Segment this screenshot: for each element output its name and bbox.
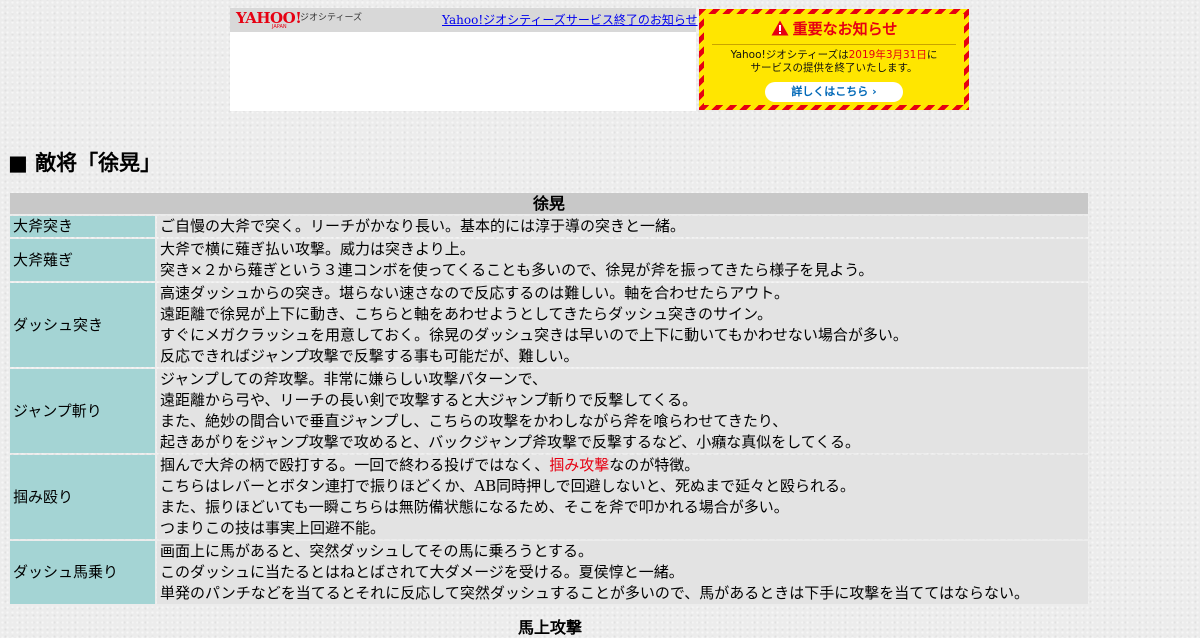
description-line: 遠距離で徐晃が上下に動き、こちらと軸をあわせようとしてきたらダッシュ突きのサイン… [160, 305, 773, 323]
description-line: 起きあがりをジャンプ攻撃で攻めると、バックジャンプ斧攻撃で反撃するなど、小癪な真… [160, 433, 861, 451]
description-line: 遠距離から弓や、リーチの長い剣で攻撃すると大ジャンプ斬りで反撃してくる。 [160, 391, 698, 409]
table-header: 徐晃 [10, 193, 1088, 214]
service-end-notice-link[interactable]: Yahoo!ジオシティーズサービス終了のお知らせ [442, 13, 698, 27]
move-name: ダッシュ突き [10, 283, 155, 367]
description-text: 掴んで大斧の柄で殴打する。一回で終わる投げではなく、 [160, 456, 550, 474]
notice-title-row: 重要なお知らせ [704, 19, 964, 39]
move-name: ダッシュ馬乗り [10, 541, 155, 604]
geocities-service-name: ジオシティーズ [300, 13, 363, 23]
yahoo-logo-sub: JAPAN [272, 24, 287, 30]
next-section-title: 馬上攻撃 [518, 618, 583, 637]
description-line: つまりこの技は事実上回避不能。 [160, 519, 386, 537]
table-row: ジャンプ斬り ジャンプしての斧攻撃。非常に嫌らしい攻撃パターンで、 遠距離から弓… [10, 369, 1088, 453]
notice-text: Yahoo!ジオシティーズは [730, 49, 849, 61]
notice-title: 重要なお知らせ [792, 20, 898, 38]
table-row: 大斧突き ご自慢の大斧で突く。リーチがかなり長い。基本的には淳于導の突きと一緒。 [10, 216, 1088, 237]
description-line: 大斧で横に薙ぎ払い攻撃。威力は突きより上。 [160, 240, 475, 258]
notice-end-date: 2019年3月31日 [848, 49, 927, 61]
move-name: 掴み殴り [10, 455, 155, 539]
geocities-header-bar: YAHOO! JAPAN ジオシティーズ Yahoo!ジオシティーズサービス終了… [230, 8, 698, 32]
description-line: こちらはレバーとボタン連打で振りほどくか、AB同時押しで回避しないと、死ぬまで延… [160, 477, 856, 495]
description-line: このダッシュに当たるとはねとばされて大ダメージを受ける。夏侯惇と一緒。 [160, 563, 684, 581]
notice-body: Yahoo!ジオシティーズは2019年3月31日に サービスの提供を終了いたしま… [704, 49, 964, 75]
notice-panel: 重要なお知らせ Yahoo!ジオシティーズは2019年3月31日に サービスの提… [704, 14, 964, 105]
notice-body-line-1: Yahoo!ジオシティーズは2019年3月31日に [704, 49, 964, 62]
move-name: ジャンプ斬り [10, 369, 155, 453]
description-line: また、振りほどいても一瞬こちらは無防備状態になるため、そこを斧で叩かれる場合が多… [160, 498, 789, 516]
details-button[interactable]: 詳しくはこちら › [765, 82, 903, 102]
table-row: 掴み殴り 掴んで大斧の柄で殴打する。一回で終わる投げではなく、掴み攻撃なのが特徴… [10, 455, 1088, 539]
yahoo-japan-logo[interactable]: YAHOO! JAPAN [236, 10, 302, 30]
move-description: 掴んで大斧の柄で殴打する。一回で終わる投げではなく、掴み攻撃なのが特徴。 こちら… [157, 455, 1088, 539]
move-description: 画面上に馬があると、突然ダッシュしてその馬に乗ろうとする。 このダッシュに当たる… [157, 541, 1088, 604]
yahoo-logo-text: YAHOO! [236, 9, 302, 27]
move-name: 大斧突き [10, 216, 155, 237]
geocities-banner: YAHOO! JAPAN ジオシティーズ Yahoo!ジオシティーズサービス終了… [230, 8, 970, 111]
description-line: ジャンプしての斧攻撃。非常に嫌らしい攻撃パターンで、 [160, 370, 548, 388]
description-line: また、絶妙の間合いで垂直ジャンプし、こちらの攻撃をかわしながら斧を喰らわせてきた… [160, 412, 788, 430]
description-line: 単発のパンチなどを当てるとそれに反応して突然ダッシュすることが多いので、馬がある… [160, 584, 1029, 602]
move-description: ジャンプしての斧攻撃。非常に嫌らしい攻撃パターンで、 遠距離から弓や、リーチの長… [157, 369, 1088, 453]
description-text: なのが特徴。 [609, 456, 700, 474]
description-line: すぐにメガクラッシュを用意しておく。徐晃のダッシュ突きは早いので上下に動いてもか… [160, 326, 908, 344]
notice-text: に [926, 49, 938, 61]
important-notice-banner[interactable]: 重要なお知らせ Yahoo!ジオシティーズは2019年3月31日に サービスの提… [699, 9, 969, 110]
description-line: 反応できればジャンプ攻撃で反撃する事も可能だが、難しい。 [160, 347, 579, 365]
table-header-row: 徐晃 [10, 193, 1088, 214]
move-description: 高速ダッシュからの突き。堪らない速さなので反応するのは難しい。軸を合わせたらアウ… [157, 283, 1088, 367]
notice-divider [712, 44, 956, 45]
move-description: ご自慢の大斧で突く。リーチがかなり長い。基本的には淳于導の突きと一緒。 [157, 216, 1088, 237]
description-line: 高速ダッシュからの突き。堪らない速さなので反応するのは難しい。軸を合わせたらアウ… [160, 284, 789, 302]
description-line: 掴んで大斧の柄で殴打する。一回で終わる投げではなく、掴み攻撃なのが特徴。 [160, 455, 1085, 476]
enemy-moves-table: 徐晃 大斧突き ご自慢の大斧で突く。リーチがかなり長い。基本的には淳于導の突きと… [8, 191, 1090, 606]
description-line: 突き×２から薙ぎという３連コンボを使ってくることも多いので、徐晃が斧を振ってきた… [160, 261, 874, 279]
page-title: ■ 敵将「徐晃」 [8, 151, 162, 175]
description-line: 画面上に馬があると、突然ダッシュしてその馬に乗ろうとする。 [160, 542, 594, 560]
table-row: ダッシュ馬乗り 画面上に馬があると、突然ダッシュしてその馬に乗ろうとする。 この… [10, 541, 1088, 604]
geocities-ad-box: YAHOO! JAPAN ジオシティーズ Yahoo!ジオシティーズサービス終了… [230, 8, 698, 111]
table-row: ダッシュ突き 高速ダッシュからの突き。堪らない速さなので反応するのは難しい。軸を… [10, 283, 1088, 367]
highlight-text: 掴み攻撃 [549, 456, 610, 474]
move-name: 大斧薙ぎ [10, 239, 155, 281]
warning-icon [771, 20, 789, 36]
description-line: ご自慢の大斧で突く。リーチがかなり長い。基本的には淳于導の突きと一緒。 [160, 217, 686, 235]
notice-body-line-2: サービスの提供を終了いたします。 [750, 62, 918, 74]
table-row: 大斧薙ぎ 大斧で横に薙ぎ払い攻撃。威力は突きより上。 突き×２から薙ぎという３連… [10, 239, 1088, 281]
move-description: 大斧で横に薙ぎ払い攻撃。威力は突きより上。 突き×２から薙ぎという３連コンボを使… [157, 239, 1088, 281]
